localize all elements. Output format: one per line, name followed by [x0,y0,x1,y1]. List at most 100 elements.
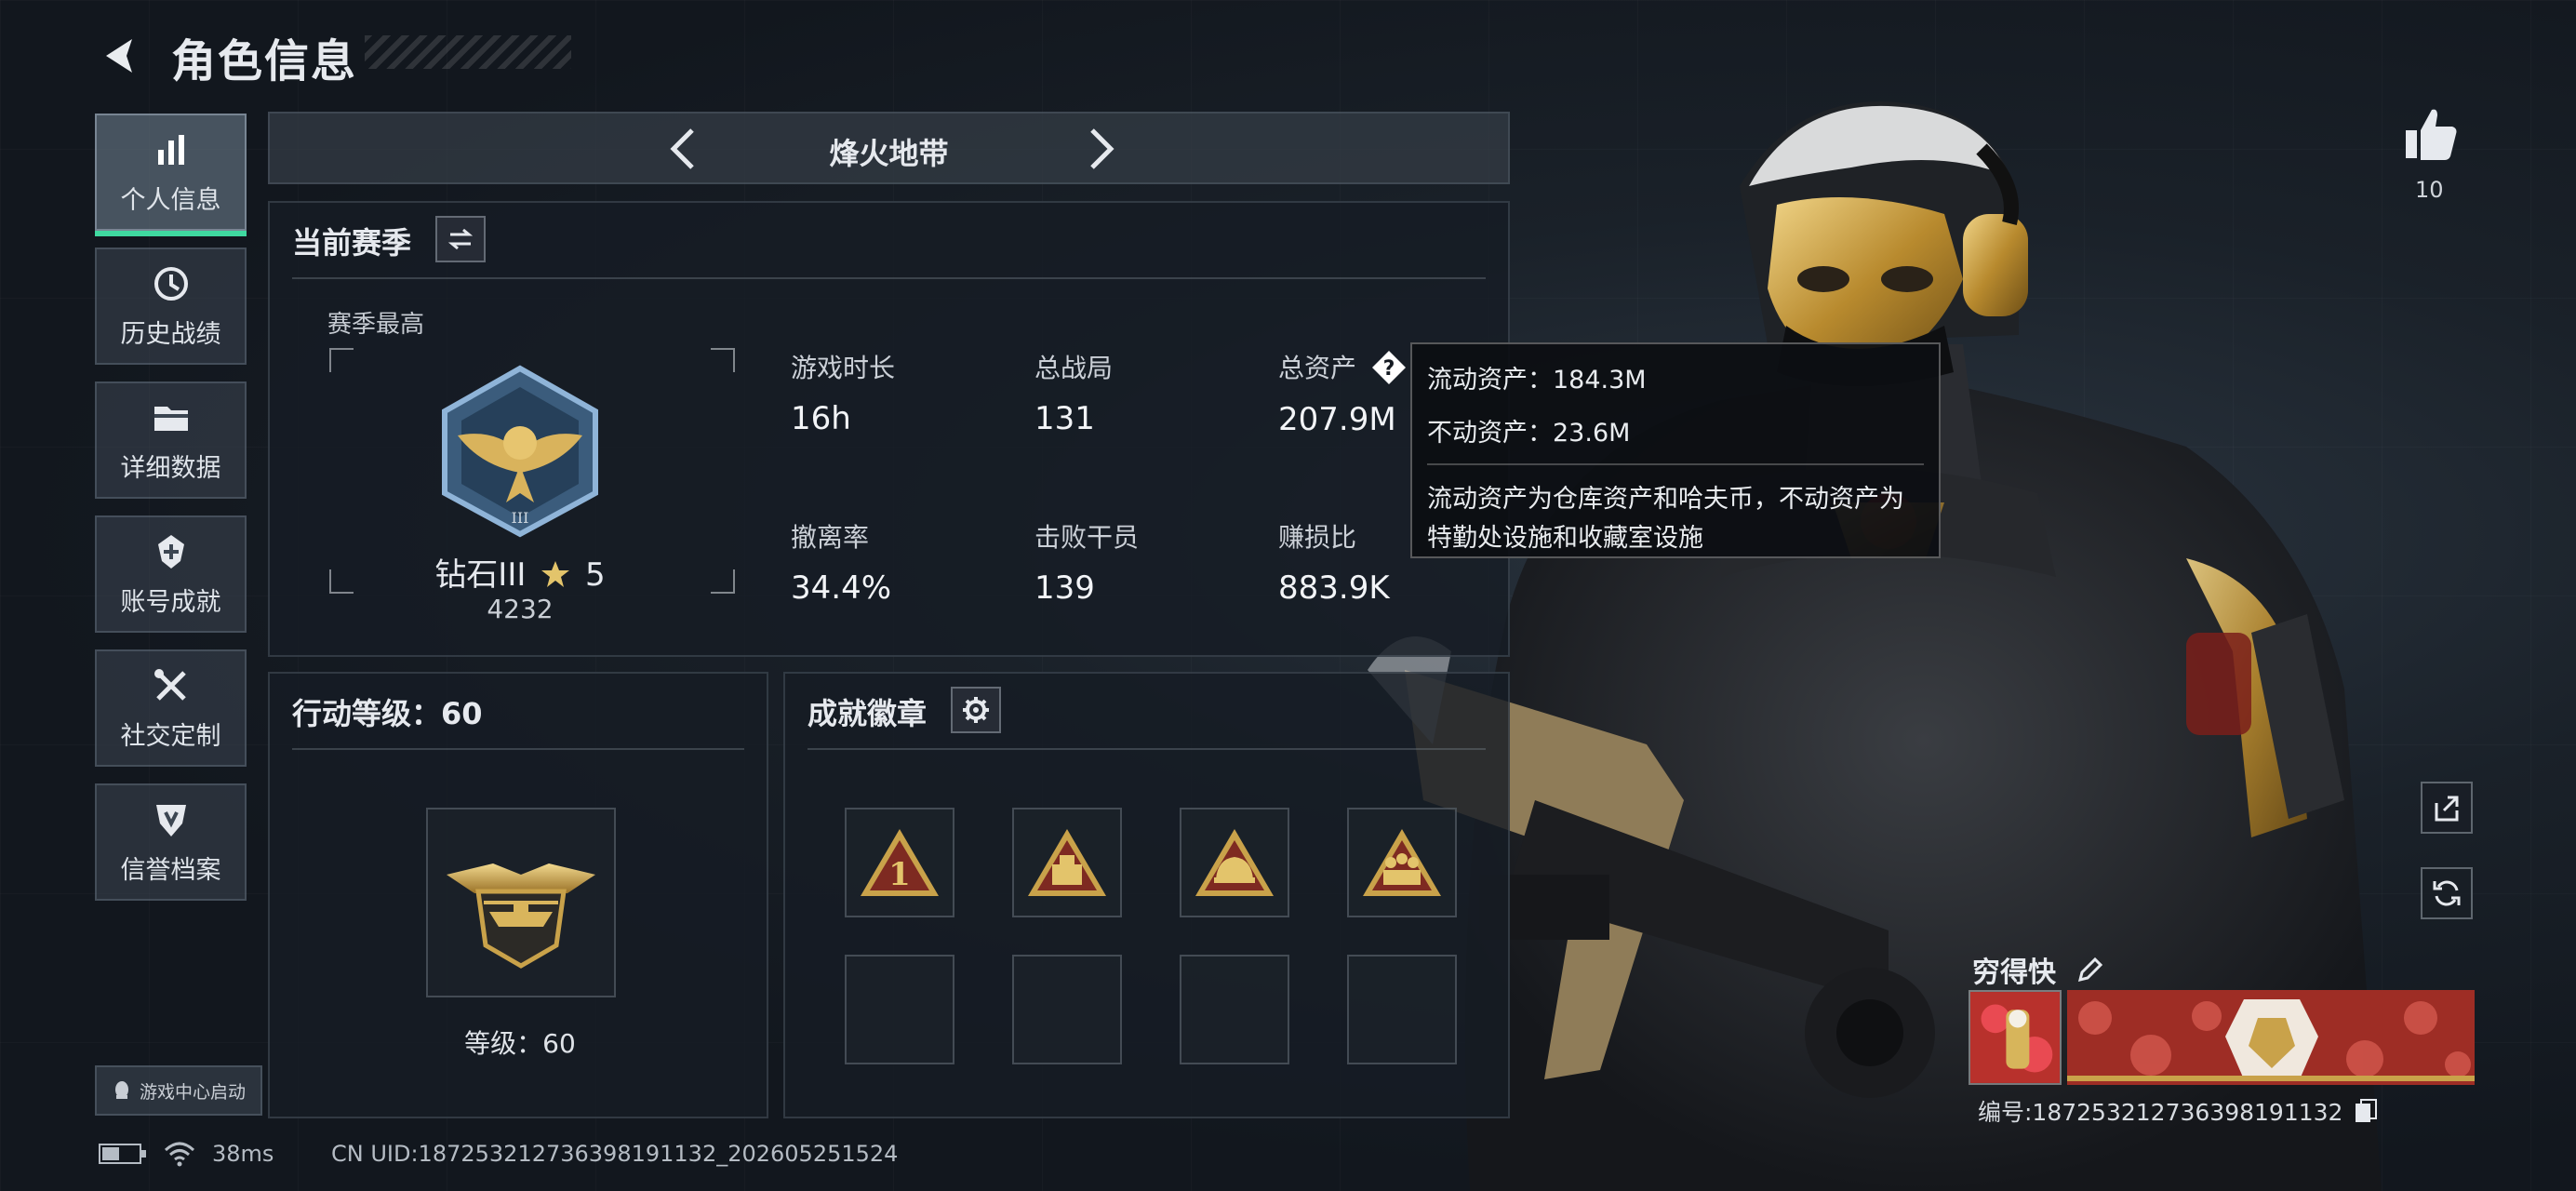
title-decoration [365,35,571,69]
stat-total-assets: 总资产 ? 207.9M [1278,348,1408,438]
stat-label: 总战局 [1034,353,1114,383]
badges-title: 成就徽章 [808,696,928,731]
badge-settings-button[interactable] [951,687,1001,733]
page-title: 角色信息 [171,35,358,87]
share-icon [2435,796,2459,822]
stat-label: 撤离率 [791,522,870,553]
stat-label: 击败干员 [1034,522,1140,553]
share-button[interactable] [2421,782,2473,834]
mode-title: 烽火地带 [829,136,949,171]
divider [292,748,744,750]
rank-name: 钻石III 5 [270,549,770,595]
rank-emblem-icon: III [442,365,598,538]
game-center-label: 游戏中心启动 [139,1081,246,1103]
svg-text:1: 1 [888,856,911,893]
badge-squad-icon [1363,829,1441,896]
stat-label: 赚损比 [1278,522,1357,553]
sidebar-item-label: 详细数据 [120,453,221,483]
tooltip-liquid-assets: 流动资产：184.3M [1427,366,1647,395]
assets-tooltip: 流动资产：184.3M 不动资产：23.6M 流动资产为仓库资产和哈夫币，不动资… [1410,342,1941,558]
gear-icon [963,697,989,723]
action-level-title: 行动等级：60 [292,696,483,731]
stat-profit-loss: 赚损比 883.9K [1278,517,1390,607]
edit-pencil-icon[interactable] [2075,956,2104,985]
sidebar-item-personal-info[interactable]: 个人信息 [95,114,247,236]
battery-icon [99,1144,146,1164]
sidebar-item-label: 历史战绩 [120,319,221,349]
stat-value: 131 [1034,400,1095,437]
copy-icon[interactable] [2354,1098,2378,1124]
stat-label: 游戏时长 [791,353,896,383]
badge-slot[interactable] [1012,808,1122,917]
wifi-icon [164,1142,195,1167]
sidebar-item-label: 账号成就 [120,587,221,617]
badge-slot[interactable]: 1 [845,808,954,917]
swap-season-button[interactable] [435,216,486,262]
history-icon [153,266,188,301]
sidebar-item-social[interactable]: 社交定制 [95,649,247,767]
sidebar-item-label: 社交定制 [120,721,221,751]
badge-slot[interactable] [1347,808,1457,917]
mode-selector: 烽火地带 [268,112,1510,184]
season-panel: 当前赛季 赛季最高 III 钻石III 5 4232 游戏时长 16h 总战局 … [268,201,1510,657]
action-level-panel: 行动等级：60 等级：60 [268,672,768,1118]
ping-text: 38ms [212,1141,274,1167]
thumbs-up-icon[interactable] [2400,104,2462,166]
swap-arrows-icon [447,228,474,250]
badge-crate-icon [1028,829,1106,896]
help-icon[interactable]: ? [1370,349,1408,386]
stat-value: 207.9M [1278,401,1396,438]
frame-corner [711,348,735,372]
sidebar-item-history[interactable]: 历史战绩 [95,248,247,365]
chevron-right-icon[interactable] [1074,123,1126,175]
stat-play-time: 游戏时长 16h [791,348,895,437]
badge-slot-empty[interactable] [845,955,954,1064]
player-id: 编号:18725321273639819113​2 [1978,1094,2378,1128]
avatar[interactable] [1969,990,2062,1085]
bar-chart-icon [157,134,184,165]
season-best-label: 赛季最高 [327,311,425,339]
divider [292,277,1486,279]
sidebar-item-details[interactable]: 详细数据 [95,381,247,499]
stat-extraction-rate: 撤离率 34.4% [791,517,891,607]
tools-icon [153,668,186,701]
stat-operators-defeated: 击败干员 139 [1034,517,1139,607]
star-icon [541,561,570,587]
profile-banner[interactable] [2067,990,2475,1085]
uid-text: CN UID:18725321273639819113​2_2026052515… [331,1141,899,1167]
divider [1427,463,1924,465]
level-emblem-frame [426,808,616,997]
rank-stars: 5 [585,556,606,594]
badge-helmet-icon [1195,829,1274,896]
frame-corner [329,348,354,372]
stat-value: 16h [791,400,851,437]
shield-icon [155,804,186,836]
stat-value: 883.9K [1278,569,1390,607]
divider [808,748,1486,750]
rank-score: 4232 [487,594,554,624]
stat-value: 34.4% [791,569,892,607]
sidebar-item-label: 个人信息 [120,185,221,215]
stat-total-matches: 总战局 131 [1034,348,1113,437]
badge-1-icon: 1 [861,829,939,896]
badge-slot-empty[interactable] [1012,955,1122,1064]
player-id-text: 编号:18725321273639819113​2 [1978,1099,2343,1126]
status-bar: 38ms [99,1141,274,1167]
level-emblem-icon [447,863,595,969]
stat-label: 总资产 ? [1278,348,1408,386]
tooltip-fixed-assets: 不动资产：23.6M [1427,419,1631,448]
game-center-launch-button[interactable]: 游戏中心启动 [95,1065,262,1116]
sidebar-item-achievements[interactable]: 账号成就 [95,515,247,633]
achievement-icon [157,534,184,569]
sidebar: 个人信息 历史战绩 详细数据 账号成就 社交定制 信誉档案 [95,114,247,917]
player-name: 穷得快 [1972,949,2104,990]
season-title: 当前赛季 [292,225,412,261]
badge-slot-empty[interactable] [1180,955,1289,1064]
qq-penguin-icon [114,1081,128,1099]
back-arrow-icon[interactable] [93,28,149,84]
sidebar-item-reputation[interactable]: 信誉档案 [95,783,247,901]
refresh-button[interactable] [2421,867,2473,919]
svg-text:?: ? [1383,357,1395,381]
badge-slot[interactable] [1180,808,1289,917]
badge-slot-empty[interactable] [1347,955,1457,1064]
